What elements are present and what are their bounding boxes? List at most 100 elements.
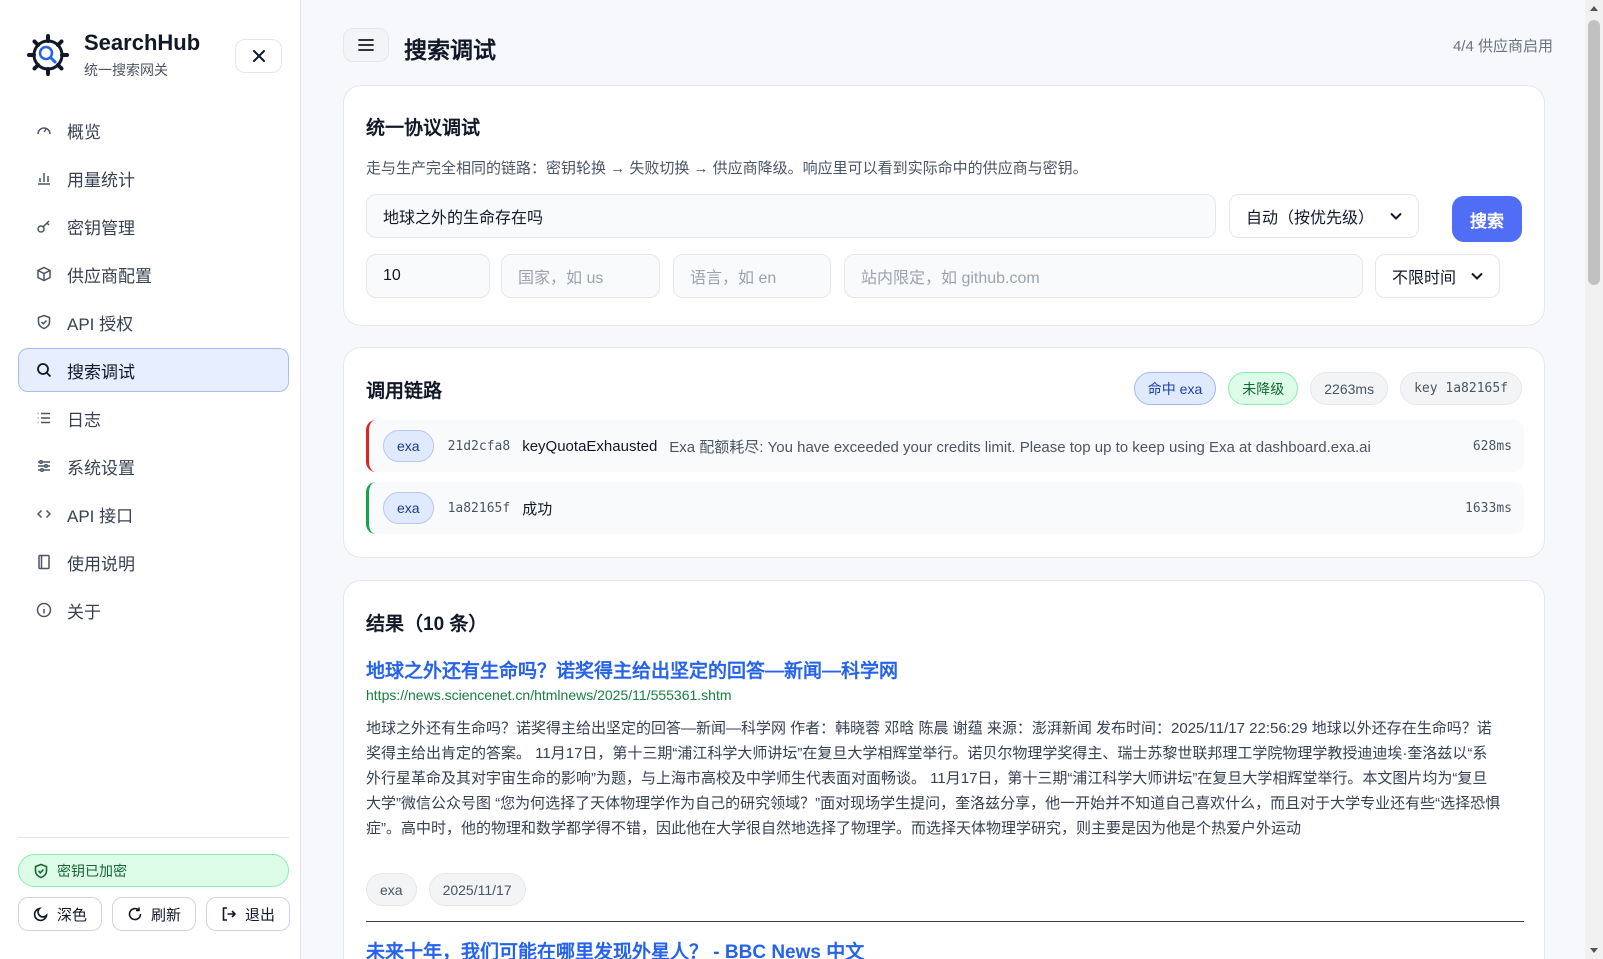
latency-chip: 2263ms xyxy=(1310,372,1389,405)
result-title-link[interactable]: 地球之外还有生命吗？诺奖得主给出坚定的回答—新闻—科学网 xyxy=(366,656,898,683)
trace-row: exa 21d2cfa8 keyQuotaExhausted Exa 配额耗尽:… xyxy=(366,420,1524,472)
sidebar-item-keys[interactable]: 密钥管理 xyxy=(18,204,289,248)
provider-select[interactable]: 自动（按优先级） xyxy=(1229,194,1419,238)
sliders-icon xyxy=(35,457,53,475)
sidebar-item-settings[interactable]: 系统设置 xyxy=(18,444,289,488)
shield-check-icon xyxy=(33,863,49,879)
brand-title: SearchHub xyxy=(84,30,201,55)
result-tags: exa 2025/11/17 xyxy=(366,873,526,906)
menu-toggle-button[interactable] xyxy=(343,28,389,62)
topbar: 搜索调试 4/4 供应商启用 xyxy=(343,28,1553,63)
time-select-value: 不限时间 xyxy=(1392,270,1457,287)
secure-badge-label: 密钥已加密 xyxy=(57,862,127,879)
sidebar-item-api[interactable]: API 接口 xyxy=(18,492,289,536)
sidebar-item-usage[interactable]: 用量统计 xyxy=(18,156,289,200)
close-icon xyxy=(252,50,265,62)
provider-status: 4/4 供应商启用 xyxy=(1452,38,1553,55)
sidebar-item-label: 密钥管理 xyxy=(67,218,135,238)
results-card: 结果（10 条） 地球之外还有生命吗？诺奖得主给出坚定的回答—新闻—科学网 ht… xyxy=(343,580,1545,959)
refresh-icon xyxy=(127,906,143,922)
logout-button[interactable]: 退出 xyxy=(206,897,291,931)
trace-row: exa 1a82165f 成功 1633ms xyxy=(366,482,1524,534)
debug-card: 统一协议调试 走与生产完全相同的链路：密钥轮换 → 失败切换 → 供应商降级。响… xyxy=(343,85,1545,326)
brand-subtitle: 统一搜索网关 xyxy=(84,62,168,78)
trace-card-title: 调用链路 xyxy=(366,381,443,402)
trace-key: 1a82165f xyxy=(447,500,511,516)
result-title-link[interactable]: 未来十年，我们可能在哪里发现外星人？ - BBC News 中文 xyxy=(366,937,864,959)
keys-encrypted-badge: 密钥已加密 xyxy=(18,854,289,887)
sidebar-item-label: 供应商配置 xyxy=(67,266,152,286)
trace-key: 21d2cfa8 xyxy=(447,438,511,454)
result-source-tag: exa xyxy=(366,873,417,906)
result-snippet: 地球之外还有生命吗？诺奖得主给出坚定的回答—新闻—科学网 作者：韩晓蓉 邓晗 陈… xyxy=(366,720,1501,837)
trace-code: keyQuotaExhausted xyxy=(522,437,658,455)
degrade-status-chip: 未降级 xyxy=(1228,372,1299,405)
theme-button-label: 深色 xyxy=(57,906,88,924)
sidebar-item-label: 用量统计 xyxy=(67,170,135,190)
sidebar-item-docs[interactable]: 使用说明 xyxy=(18,540,289,584)
info-icon xyxy=(35,601,53,619)
sidebar-item-label: 关于 xyxy=(67,602,101,622)
site-input[interactable]: 站内限定，如 github.com xyxy=(844,254,1363,298)
moon-icon xyxy=(33,906,49,922)
sidebar-item-label: API 授权 xyxy=(67,314,134,334)
count-input-value: 10 xyxy=(383,267,401,284)
scroll-up-arrow-icon[interactable] xyxy=(1590,6,1598,11)
language-input[interactable]: 语言，如 en xyxy=(673,254,831,298)
trace-message: Exa 配额耗尽: You have exceeded your credits… xyxy=(669,438,1371,456)
provider-tag: exa xyxy=(383,492,434,524)
query-input-value: 地球之外的生命存在吗 xyxy=(383,210,544,227)
key-icon xyxy=(35,217,53,235)
book-icon xyxy=(35,553,53,571)
key-chip: key 1a82165f xyxy=(1400,372,1522,405)
sidebar-nav: 概览 用量统计 密钥管理 供应商配置 API 授权 搜索调试 日志 系统设置 A… xyxy=(18,108,289,636)
sidebar-item-label: 使用说明 xyxy=(67,554,135,574)
sidebar-item-api-auth[interactable]: API 授权 xyxy=(18,300,289,344)
country-input-placeholder: 国家，如 us xyxy=(518,270,604,287)
page-title: 搜索调试 xyxy=(404,37,496,63)
trace-time: 1633ms xyxy=(1465,500,1512,516)
logout-icon xyxy=(221,906,237,922)
theme-toggle-button[interactable]: 深色 xyxy=(18,897,103,931)
time-select[interactable]: 不限时间 xyxy=(1375,254,1500,298)
trace-chips: 命中 exa 未降级 2263ms key 1a82165f xyxy=(1133,372,1522,405)
chevron-down-icon xyxy=(1471,272,1483,280)
country-input[interactable]: 国家，如 us xyxy=(501,254,660,298)
language-input-placeholder: 语言，如 en xyxy=(690,270,777,287)
results-title: 结果（10 条） xyxy=(366,614,488,635)
result-divider xyxy=(366,921,1524,922)
search-icon xyxy=(35,361,53,379)
sidebar-item-about[interactable]: 关于 xyxy=(18,588,289,632)
sidebar: SearchHub 统一搜索网关 概览 用量统计 密钥管理 供应商配置 API … xyxy=(0,0,301,959)
refresh-button-label: 刷新 xyxy=(151,906,182,924)
result-url-link[interactable]: https://news.sciencenet.cn/htmlnews/2025… xyxy=(366,687,732,703)
trace-time: 628ms xyxy=(1472,438,1512,454)
close-sidebar-button[interactable] xyxy=(235,39,282,73)
chevron-down-icon xyxy=(1390,212,1402,220)
scroll-down-arrow-icon[interactable] xyxy=(1590,948,1598,953)
logo-icon xyxy=(27,34,69,76)
gauge-icon xyxy=(35,121,53,139)
sidebar-item-label: 日志 xyxy=(67,410,101,430)
query-input[interactable]: 地球之外的生命存在吗 xyxy=(366,194,1216,238)
sidebar-item-logs[interactable]: 日志 xyxy=(18,396,289,440)
shield-icon xyxy=(35,313,53,331)
refresh-button[interactable]: 刷新 xyxy=(112,897,197,931)
page-scrollbar[interactable] xyxy=(1585,0,1603,959)
site-input-placeholder: 站内限定，如 github.com xyxy=(861,270,1040,287)
sidebar-actions: 深色 刷新 退出 xyxy=(18,897,291,931)
sidebar-item-overview[interactable]: 概览 xyxy=(18,108,289,152)
box-icon xyxy=(35,265,53,283)
sidebar-item-label: 概览 xyxy=(67,122,101,142)
search-button[interactable]: 搜索 xyxy=(1452,196,1522,242)
result-date-tag: 2025/11/17 xyxy=(428,873,526,906)
count-input[interactable]: 10 xyxy=(366,254,490,298)
sidebar-item-providers[interactable]: 供应商配置 xyxy=(18,252,289,296)
brand: SearchHub 统一搜索网关 xyxy=(26,30,200,80)
logout-button-label: 退出 xyxy=(245,906,276,924)
sidebar-item-search-debug[interactable]: 搜索调试 xyxy=(18,348,289,392)
bar-chart-icon xyxy=(35,169,53,187)
provider-tag: exa xyxy=(383,430,434,462)
list-icon xyxy=(35,409,53,427)
scrollbar-thumb[interactable] xyxy=(1588,20,1600,285)
